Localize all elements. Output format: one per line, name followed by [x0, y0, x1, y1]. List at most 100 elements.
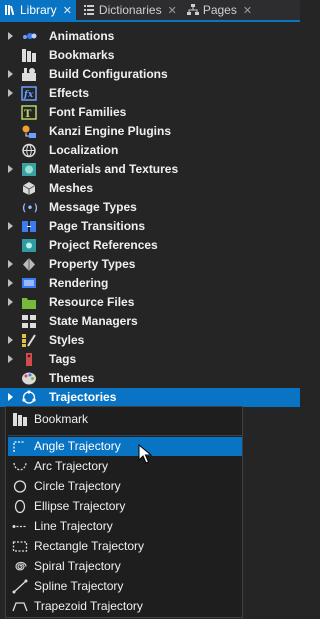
- themes-icon: [22, 372, 36, 385]
- state-managers-icon: [22, 315, 36, 328]
- tab-label: Pages: [202, 3, 237, 17]
- tree-item-label: Kanzi Engine Plugins: [49, 124, 172, 138]
- menu-item-ellipse-trajectory[interactable]: Ellipse Trajectory: [8, 497, 242, 516]
- close-icon[interactable]: ✕: [63, 4, 72, 17]
- tree-item-rendering[interactable]: Rendering: [0, 274, 300, 293]
- menu-item-line-trajectory[interactable]: Line Trajectory: [8, 517, 242, 536]
- menu-separator: [8, 435, 242, 436]
- tree-item-meshes[interactable]: Meshes: [0, 179, 300, 198]
- tree-item-page-transitions[interactable]: Page Transitions: [0, 217, 300, 236]
- tree-item-build-configurations[interactable]: Build Configurations: [0, 65, 300, 84]
- library-tree: Animations Bookmarks Build Configuration…: [0, 27, 300, 407]
- menu-item-arc-trajectory[interactable]: Arc Trajectory: [8, 457, 242, 476]
- spiral-trajectory-icon: [15, 561, 27, 571]
- svg-text:T: T: [24, 109, 32, 120]
- rectangle-trajectory-icon: [12, 541, 28, 552]
- build-configurations-icon: [22, 68, 36, 81]
- tree-item-animations[interactable]: Animations: [0, 27, 300, 46]
- tree-item-label: Project References: [49, 238, 158, 252]
- svg-text:fx: fx: [23, 90, 34, 100]
- menu-item-label: Spline Trajectory: [34, 579, 124, 593]
- expand-arrow-icon[interactable]: [8, 260, 13, 268]
- tab-bar: Library ✕ Dictionaries ✕ Pages ✕: [0, 0, 300, 22]
- styles-icon: [22, 334, 36, 347]
- dictionaries-icon: [83, 5, 94, 15]
- tree-item-label: Tags: [49, 352, 77, 366]
- menu-item-circle-trajectory[interactable]: Circle Trajectory: [8, 477, 242, 496]
- expand-arrow-icon[interactable]: [8, 165, 13, 173]
- expand-arrow-icon[interactable]: [8, 70, 13, 78]
- tab-dictionaries[interactable]: Dictionaries ✕: [79, 0, 181, 20]
- tree-item-property-types[interactable]: Property Types: [0, 255, 300, 274]
- tags-icon: [26, 353, 32, 366]
- tree-item-message-types[interactable]: (•) Message Types: [0, 198, 300, 217]
- spline-trajectory-icon: [12, 579, 28, 594]
- tree-item-effects[interactable]: fx Effects: [0, 84, 300, 103]
- tab-pages[interactable]: Pages ✕: [183, 0, 256, 20]
- plugins-icon: [22, 125, 36, 138]
- expand-arrow-icon[interactable]: [8, 298, 13, 306]
- tree-item-materials-and-textures[interactable]: Materials and Textures: [0, 160, 300, 179]
- menu-item-spiral-trajectory[interactable]: Spiral Trajectory: [8, 557, 242, 576]
- expand-arrow-icon[interactable]: [8, 336, 13, 344]
- expand-arrow-icon[interactable]: [8, 355, 13, 363]
- close-icon[interactable]: ✕: [168, 4, 177, 17]
- angle-trajectory-icon: [13, 441, 24, 452]
- menu-item-label: Arc Trajectory: [34, 459, 109, 473]
- meshes-icon: [22, 182, 36, 195]
- menu-item-rectangle-trajectory[interactable]: Rectangle Trajectory: [8, 537, 242, 556]
- menu-item-label: Trapezoid Trajectory: [34, 599, 143, 613]
- expand-arrow-icon[interactable]: [8, 222, 13, 230]
- menu-item-label: Rectangle Trajectory: [34, 539, 145, 553]
- tree-item-bookmarks[interactable]: Bookmarks: [0, 46, 300, 65]
- create-menu: Bookmark Angle Trajectory Arc Trajectory…: [5, 406, 243, 618]
- tab-label: Library: [20, 3, 57, 17]
- arc-trajectory-icon: [13, 462, 27, 471]
- tree-item-label: Materials and Textures: [49, 162, 179, 176]
- animations-icon: [23, 33, 37, 39]
- mouse-cursor-icon: [138, 444, 152, 464]
- tree-item-project-references[interactable]: Project References: [0, 236, 300, 255]
- project-references-icon: [22, 239, 36, 252]
- menu-item-bookmark[interactable]: Bookmark: [8, 410, 242, 429]
- menu-item-label: Angle Trajectory: [34, 439, 121, 453]
- resource-files-icon: [22, 298, 36, 309]
- menu-item-angle-trajectory[interactable]: Angle Trajectory: [8, 437, 242, 456]
- message-types-icon: (•): [21, 203, 37, 214]
- tree-item-label: Trajectories: [49, 390, 117, 404]
- menu-item-label: Spiral Trajectory: [34, 559, 121, 573]
- expand-arrow-icon[interactable]: [8, 89, 13, 97]
- tree-item-label: State Managers: [49, 314, 138, 328]
- tree-item-styles[interactable]: Styles: [0, 331, 300, 350]
- menu-item-label: Circle Trajectory: [34, 479, 121, 493]
- tree-item-label: Localization: [49, 143, 119, 157]
- tree-item-label: Rendering: [49, 276, 109, 290]
- tree-item-trajectories[interactable]: Trajectories: [0, 388, 300, 407]
- close-icon[interactable]: ✕: [243, 4, 252, 17]
- tree-item-localization[interactable]: Localization: [0, 141, 300, 160]
- effects-icon: fx: [21, 86, 37, 101]
- bookmark-icon: [13, 413, 27, 426]
- expand-arrow-icon[interactable]: [8, 279, 13, 287]
- tree-item-state-managers[interactable]: State Managers: [0, 312, 300, 331]
- tab-library[interactable]: Library ✕: [0, 0, 76, 20]
- library-icon: [5, 5, 15, 16]
- tree-item-themes[interactable]: Themes: [0, 369, 300, 388]
- menu-item-spline-trajectory[interactable]: Spline Trajectory: [8, 577, 242, 596]
- pages-icon: [186, 4, 199, 15]
- tree-item-label: Animations: [49, 29, 115, 43]
- localization-icon: [22, 143, 36, 158]
- tree-item-label: Effects: [49, 86, 90, 100]
- expand-arrow-icon[interactable]: [8, 32, 13, 40]
- tree-item-label: Property Types: [49, 257, 136, 271]
- tree-item-kanzi-engine-plugins[interactable]: Kanzi Engine Plugins: [0, 122, 300, 141]
- menu-item-label: Ellipse Trajectory: [34, 499, 126, 513]
- tree-item-resource-files[interactable]: Resource Files: [0, 293, 300, 312]
- menu-item-trapezoid-trajectory[interactable]: Trapezoid Trajectory: [8, 597, 242, 616]
- tree-item-label: Build Configurations: [49, 67, 168, 81]
- rendering-icon: [22, 278, 36, 288]
- tree-item-label: Themes: [49, 371, 95, 385]
- expand-arrow-icon[interactable]: [8, 393, 13, 401]
- tree-item-tags[interactable]: Tags: [0, 350, 300, 369]
- tree-item-font-families[interactable]: T Font Families: [0, 103, 300, 122]
